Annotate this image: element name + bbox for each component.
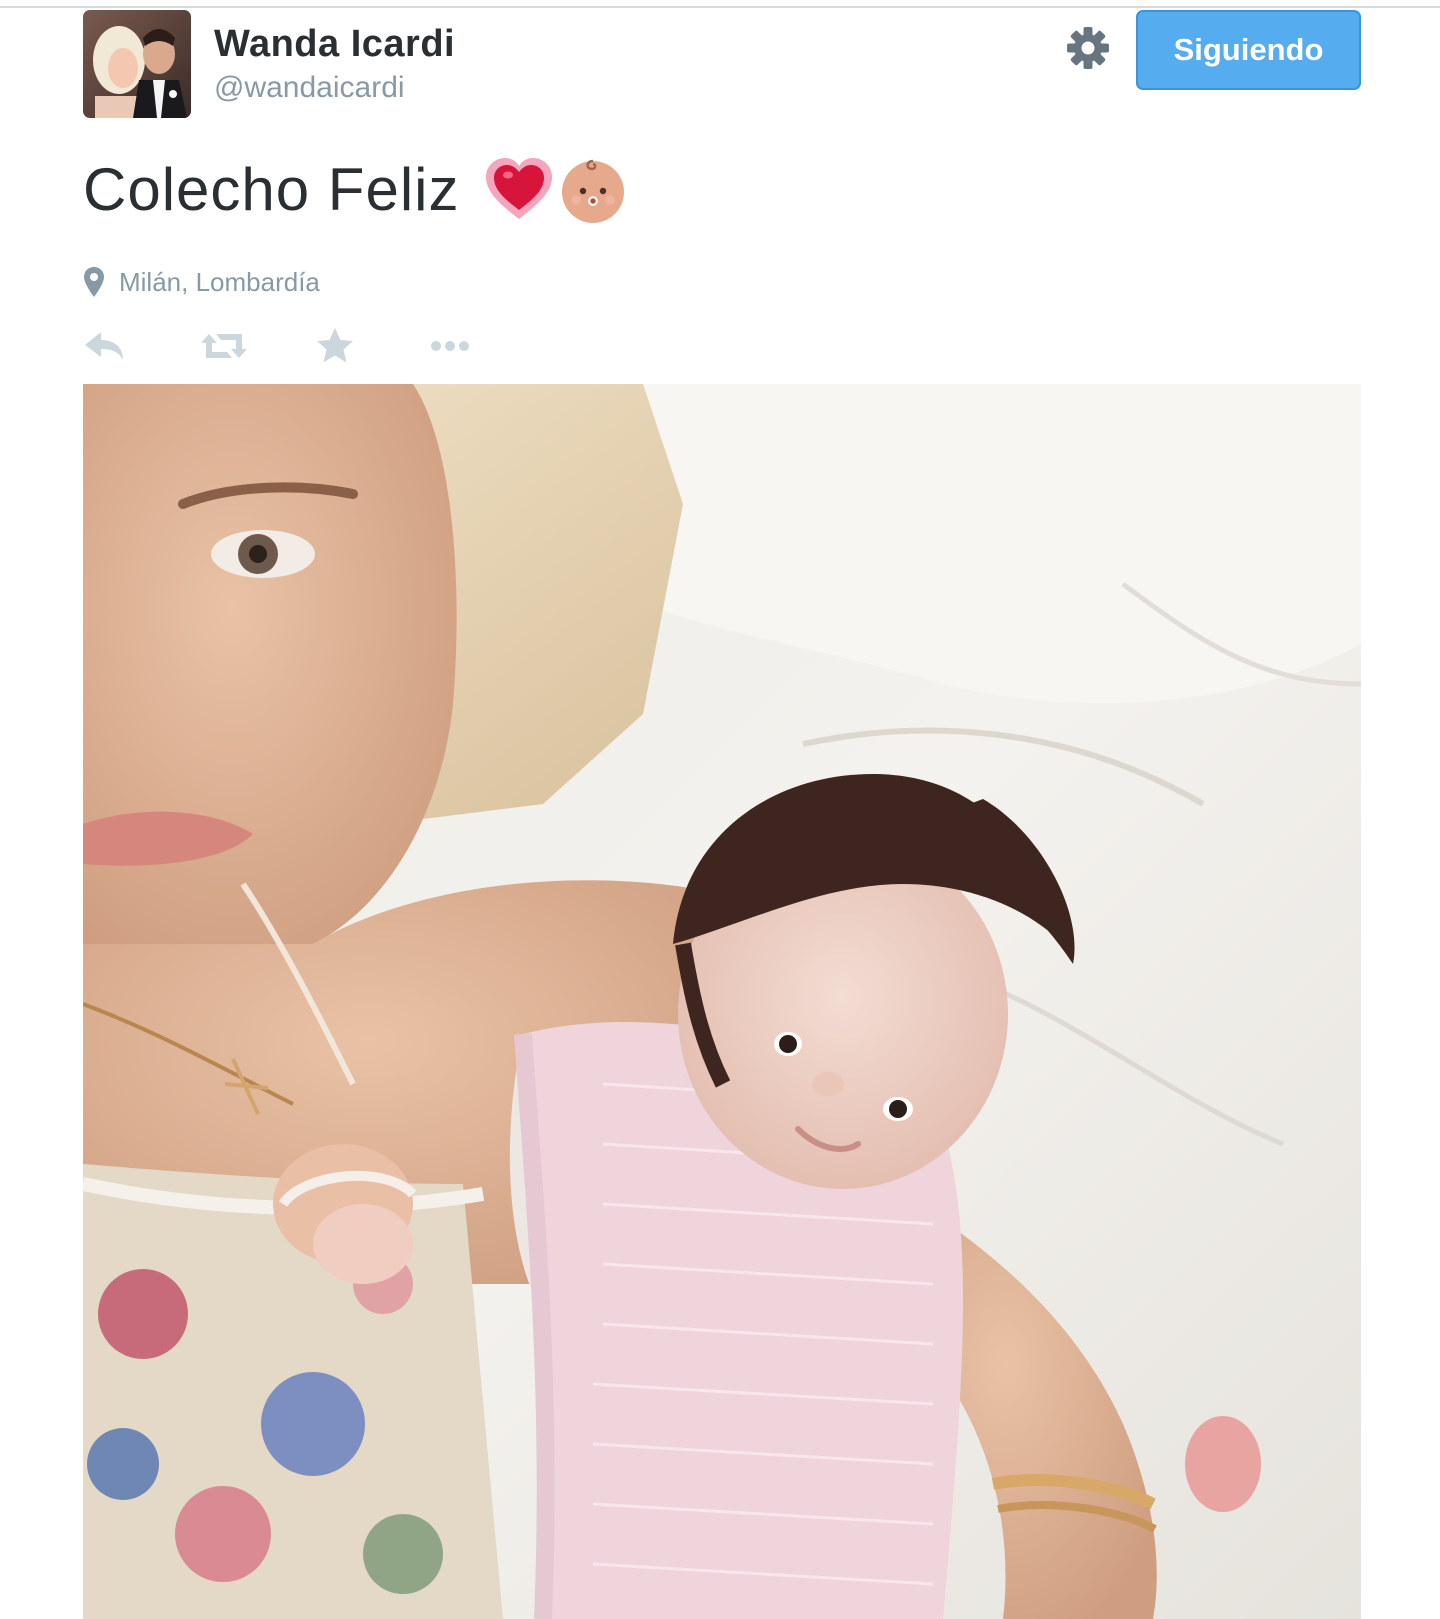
tweet-location[interactable]: Milán, Lombardía bbox=[83, 266, 320, 298]
gear-icon[interactable] bbox=[1064, 24, 1112, 72]
location-pin-icon bbox=[83, 266, 105, 298]
tweet-header: Wanda Icardi @wandaicardi Siguiendo bbox=[83, 10, 1361, 120]
baby-face-icon bbox=[558, 155, 628, 225]
avatar[interactable] bbox=[83, 10, 191, 118]
tweet-text-content: Colecho Feliz bbox=[83, 156, 460, 223]
heart-icon bbox=[484, 155, 554, 225]
display-name[interactable]: Wanda Icardi bbox=[214, 22, 455, 66]
user-names: Wanda Icardi @wandaicardi bbox=[214, 22, 455, 108]
favorite-icon[interactable] bbox=[313, 326, 357, 366]
location-label: Milán, Lombardía bbox=[119, 266, 320, 297]
retweet-icon[interactable] bbox=[199, 326, 249, 366]
tweet-actions bbox=[83, 326, 503, 366]
tweet-card: Wanda Icardi @wandaicardi Siguiendo Cole… bbox=[83, 10, 1361, 363]
user-handle[interactable]: @wandaicardi bbox=[214, 68, 455, 108]
tweet-photo[interactable] bbox=[83, 384, 1361, 1619]
following-button[interactable]: Siguiendo bbox=[1136, 10, 1361, 90]
reply-icon[interactable] bbox=[83, 326, 127, 366]
top-divider bbox=[0, 6, 1440, 8]
more-icon[interactable] bbox=[425, 326, 475, 366]
tweet-text: Colecho Feliz bbox=[83, 155, 628, 225]
